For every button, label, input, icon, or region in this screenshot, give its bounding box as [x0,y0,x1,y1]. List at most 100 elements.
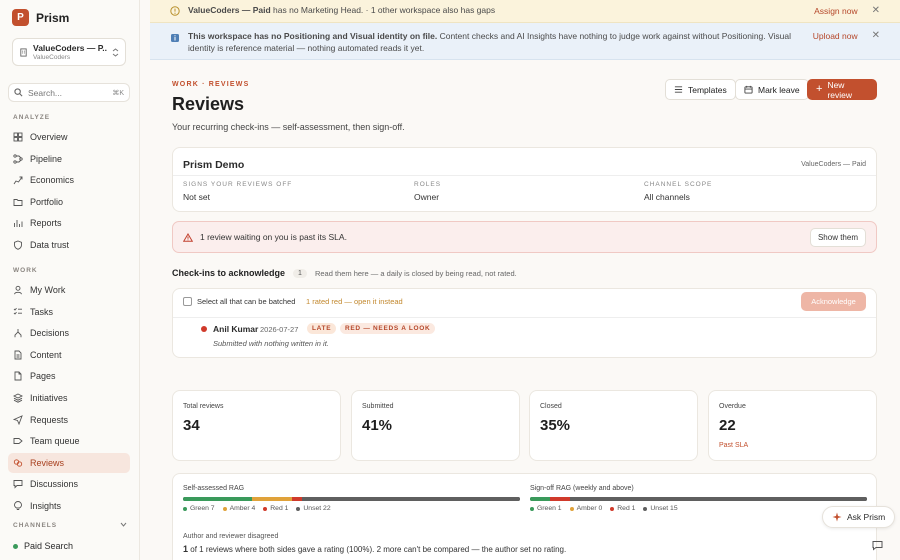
rag-badge: RED — NEEDS A LOOK [340,323,436,334]
roles-label: ROLES [414,181,442,188]
sidebar-item-data-trust[interactable]: Data trust [8,235,130,255]
sidebar-item-decisions[interactable]: Decisions [8,323,130,343]
channel-item[interactable]: Paid Search [13,541,73,551]
checkins-count: 1 [293,268,307,278]
positioning-message: This workspace has no Positioning and Vi… [188,31,799,55]
rag-card: Self-assessed RAG Green 7 Amber 4 Red 1 Uns… [172,473,877,560]
scope-label: CHANNEL SCOPE [644,181,713,188]
section-channels[interactable]: CHANNELS [13,522,127,529]
gaps-message: ValueCoders — Paid has no Marketing Head… [188,5,800,17]
sidebar-item-reports[interactable]: Reports [8,213,130,233]
show-them-button[interactable]: Show them [809,227,866,247]
org-tag: ValueCoders — Paid [801,161,866,168]
close-icon[interactable]: ✕ [872,6,880,16]
self-rag-legend: Green 7 Amber 4 Red 1 Unset 22 [183,505,331,512]
stat-card: Overdue 22 Past SLA [708,390,877,461]
self-rag-title: Self-assessed RAG [183,485,245,492]
sidebar-item-economics[interactable]: Economics [8,170,130,190]
list-icon [674,86,683,93]
sidebar-item-pipeline[interactable]: Pipeline [8,149,130,169]
tasks-icon [13,307,22,315]
legend-dot [296,506,301,511]
sidebar-item-team-queue[interactable]: Team queue [8,431,130,451]
legend-label: Unset 22 [303,505,331,512]
shield-icon [14,240,22,250]
layers-icon [13,393,23,403]
stat-value: 41% [362,417,393,434]
sidebar-item-reviews[interactable]: Reviews [8,452,130,473]
sidebar-item-label: Portfolio [30,196,64,207]
sidebar-item-initiatives[interactable]: Initiatives [8,388,130,408]
warning-circle-icon [170,6,180,16]
stat-label: Total reviews [183,403,224,410]
green-segment [530,497,550,501]
sidebar-item-discussions[interactable]: Discussions [8,474,130,494]
document-icon [14,350,22,360]
send-icon [13,414,23,425]
sidebar-item-insights[interactable]: Insights [8,496,130,516]
search-input[interactable]: Search... [28,88,62,98]
upload-now-link[interactable]: Upload now [813,31,858,41]
search-box[interactable]: Search... ⌘K [8,83,130,102]
legend-label: Red 1 [270,505,289,512]
stat-sub: Past SLA [719,442,749,449]
checkin-author[interactable]: Anil Kumar [213,324,258,334]
roles-value: Owner [414,192,440,202]
late-badge: LATE [307,323,337,334]
breadcrumb: WORK · REVIEWS [172,81,250,88]
sidebar-item-requests[interactable]: Requests [8,410,130,430]
status-dot [201,326,207,332]
sidebar-item-label: Team queue [30,436,80,447]
stat-label: Submitted [362,403,394,410]
checkin-date: 2026-07-27 [260,325,299,334]
workspace-sub: ValueCoders [33,54,71,61]
signs-value: Not set [183,192,210,202]
legend-label: Red 1 [617,505,636,512]
acknowledge-button[interactable]: Acknowledge [801,292,866,311]
sidebar-item-label: Data trust [30,240,70,250]
sidebar-item-content[interactable]: Content [8,345,130,365]
sla-text: 1 review waiting on you is past its SLA. [200,232,347,242]
feedback-button[interactable] [868,536,886,554]
sidebar-item-label: Economics [30,175,75,186]
close-icon[interactable]: ✕ [872,31,880,41]
sidebar-item-my-work[interactable]: My Work [8,280,130,300]
stat-card: Submitted 41% [351,390,520,461]
section-channels-label: CHANNELS [13,522,58,529]
divider [173,175,876,176]
search-shortcut: ⌘K [112,89,124,97]
scope-value: All channels [644,192,690,202]
prism-logo: P [12,9,29,26]
legend-dot [263,506,268,511]
sidebar-item-label: Reports [30,218,62,229]
new-review-button[interactable]: + New review [807,79,877,100]
sidebar-item-label: Pipeline [30,153,63,164]
sidebar-item-tasks[interactable]: Tasks [8,302,130,322]
economics-icon [13,176,23,185]
select-all-checkbox[interactable] [183,297,192,306]
legend-dot [643,506,648,511]
unset-segment [569,497,867,501]
channel-dot [13,543,18,549]
sidebar-item-overview[interactable]: Overview [8,127,130,147]
grid-icon [13,132,23,142]
gaps-banner: ValueCoders — Paid has no Marketing Head… [150,0,900,23]
workspace-switcher[interactable]: ValueCoders — P... ValueCoders [12,38,126,66]
assign-now-link[interactable]: Assign now [814,6,857,16]
signoff-rag-bar [530,497,867,501]
mark-leave-button[interactable]: Mark leave [735,79,809,100]
disagree-text: 1 of 1 reviews where both sides gave a r… [183,544,566,554]
ask-prism-button[interactable]: Ask Prism [822,506,896,528]
brand[interactable]: P Prism [12,9,69,26]
checkin-summary: Submitted with nothing written in it. [213,339,329,348]
legend-label: Amber 4 [229,505,256,512]
sidebar-item-pages[interactable]: Pages [8,366,130,386]
checkins-header: Check-ins to acknowledge 1 Read them her… [172,268,517,278]
red-segment [292,497,302,501]
sidebar-item-portfolio[interactable]: Portfolio [8,192,130,212]
disagree-bold: 1 [183,544,189,554]
bulb-icon [14,501,22,510]
chevron-updown-icon [112,47,119,57]
templates-button[interactable]: Templates [665,79,736,100]
folder-icon [13,198,23,206]
